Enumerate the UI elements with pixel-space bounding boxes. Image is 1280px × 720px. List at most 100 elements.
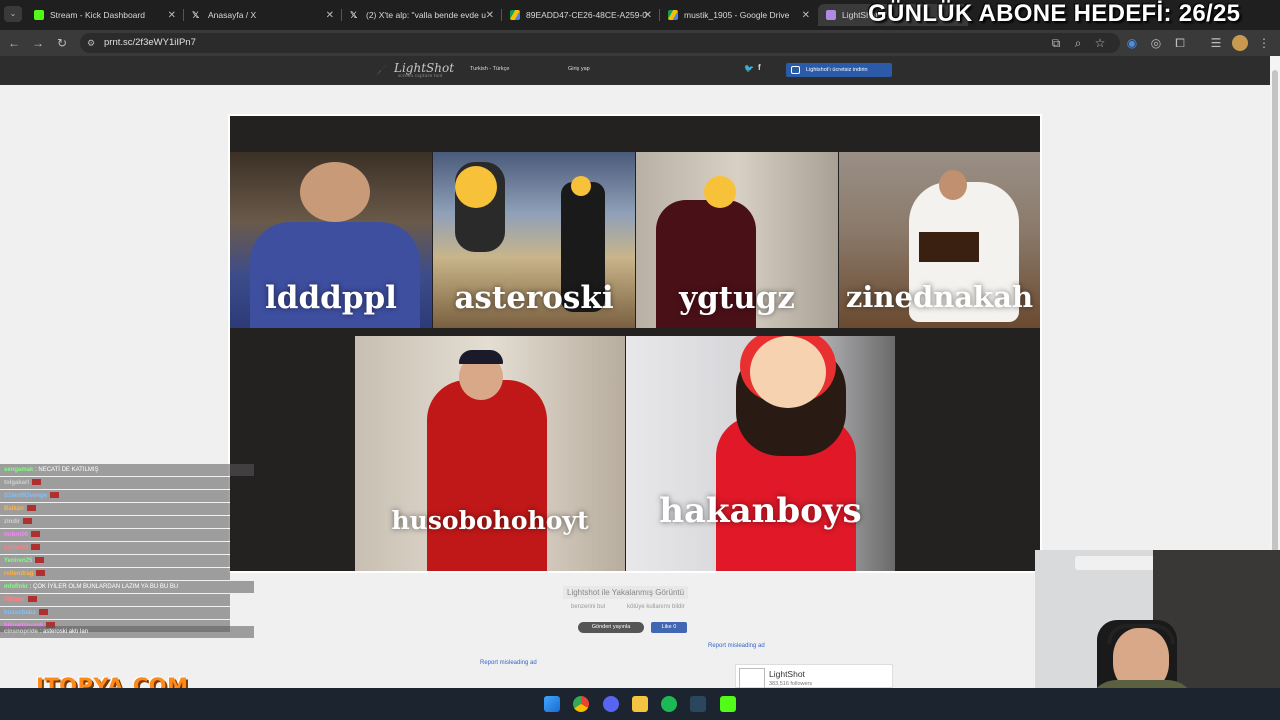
chat-user: hussobaba bbox=[4, 610, 36, 616]
chat-user: rollendrag bbox=[4, 571, 34, 577]
book bbox=[919, 232, 979, 262]
chrome-icon[interactable] bbox=[573, 696, 589, 712]
report-ad-link[interactable]: Report misleading ad bbox=[708, 643, 765, 649]
badge-icon bbox=[32, 479, 42, 486]
x-icon: 𝕏 bbox=[350, 10, 358, 20]
twitter-icon[interactable]: 🐦 bbox=[744, 64, 754, 73]
discord-icon[interactable] bbox=[603, 696, 619, 712]
facebook-like-button[interactable]: Like 0 bbox=[651, 622, 687, 633]
tab-list-icon[interactable]: ⌄ bbox=[4, 6, 22, 22]
photo-tile: husobohohoyt bbox=[355, 336, 625, 571]
card-name: LightShot bbox=[769, 669, 805, 679]
chat-line: semer33 bbox=[0, 542, 230, 554]
screenshot-title: Lightshot ile Yakalanmış Görüntü bbox=[563, 586, 689, 599]
facebook-icon[interactable]: f bbox=[758, 63, 761, 72]
tile-caption: ldddppl bbox=[265, 280, 397, 316]
badge-icon bbox=[28, 596, 38, 603]
windows-start-icon[interactable] bbox=[544, 696, 560, 712]
extension-icon[interactable]: ◎ bbox=[1148, 35, 1164, 51]
tab-drive-file[interactable]: 89EADD47-CE26-48CE-A259-0 ✕ bbox=[502, 4, 658, 26]
chat-line: tolgakarl bbox=[0, 477, 230, 489]
install-app-icon[interactable]: ⧉ bbox=[1048, 35, 1064, 51]
site-info-icon[interactable]: ⚙ bbox=[87, 38, 97, 48]
chat-line: PIRmer bbox=[0, 594, 230, 606]
chat-user: sengamak bbox=[4, 467, 34, 473]
photo-tile: ldddppl bbox=[230, 152, 432, 328]
chat-line: rollendrag bbox=[0, 568, 230, 580]
chat-text: NECATİ DE KATILMIŞ bbox=[38, 467, 99, 473]
badge-icon bbox=[31, 544, 41, 551]
tile-caption: zinednakah bbox=[845, 280, 1034, 314]
google-drive-icon bbox=[510, 10, 520, 20]
reading-list-icon[interactable]: ☰ bbox=[1208, 35, 1224, 51]
login-link[interactable]: Giriş yap bbox=[568, 66, 590, 72]
close-icon[interactable]: ✕ bbox=[644, 10, 652, 21]
download-label: Lightshot'ı ücretsiz indirin bbox=[806, 67, 868, 73]
subscriber-goal-overlay: GÜNLÜK ABONE HEDEFİ: 26/25 bbox=[868, 0, 1241, 27]
bookmark-star-icon[interactable]: ☆ bbox=[1092, 35, 1108, 51]
extensions-puzzle-icon[interactable]: ⧠ bbox=[1172, 35, 1188, 51]
profile-avatar-icon[interactable] bbox=[1232, 35, 1248, 51]
kick-app-icon[interactable] bbox=[720, 696, 736, 712]
tile-caption: ygtugz bbox=[679, 280, 795, 316]
chat-user: tolgakarl bbox=[4, 480, 30, 486]
close-icon[interactable]: ✕ bbox=[802, 10, 810, 21]
logo-text: LightShot bbox=[394, 61, 455, 75]
chat-user: S1lentR3venge bbox=[4, 493, 48, 499]
tab-label: Stream - Kick Dashboard bbox=[50, 10, 145, 20]
spotify-icon[interactable] bbox=[661, 696, 677, 712]
close-icon[interactable]: ✕ bbox=[168, 10, 176, 21]
tab-x-home[interactable]: 𝕏 Anasayfa / X ✕ bbox=[184, 4, 340, 26]
google-drive-icon bbox=[668, 10, 678, 20]
chat-line: S1lentR3venge bbox=[0, 490, 230, 502]
chat-line: Yeniren25 bbox=[0, 555, 230, 567]
post-tweet-button[interactable]: Gönderi yayınla bbox=[578, 622, 644, 633]
tab-kick-dashboard[interactable]: Stream - Kick Dashboard ✕ bbox=[26, 4, 182, 26]
download-icon bbox=[791, 66, 800, 74]
browser-toolbar: ← → ↻ ⚙ prnt.sc/2f3eWY1iIPn7 ⧉ ⌕ ☆ ◉ ◎ ⧠… bbox=[0, 30, 1280, 56]
extension-icon[interactable]: ◉ bbox=[1124, 35, 1140, 51]
close-icon[interactable]: ✕ bbox=[326, 10, 334, 21]
lightshot-logo[interactable]: LightShot screen capture tool bbox=[376, 61, 455, 79]
back-icon[interactable]: ← bbox=[6, 35, 22, 51]
chat-user: zindir bbox=[4, 519, 20, 525]
language-select[interactable]: Turkish - Türkçe bbox=[470, 66, 509, 72]
report-ad-link[interactable]: Report misleading ad bbox=[480, 660, 537, 666]
photo-tile: hakanboys bbox=[626, 336, 895, 571]
menu-kebab-icon[interactable]: ⋮ bbox=[1256, 35, 1272, 51]
lightshot-header: LightShot screen capture tool Turkish - … bbox=[0, 56, 1270, 85]
url-text: prnt.sc/2f3eWY1iIPn7 bbox=[104, 37, 196, 48]
download-button[interactable]: Lightshot'ı ücretsiz indirin bbox=[786, 63, 892, 77]
chat-user: cinsnopride bbox=[4, 629, 39, 635]
tile-caption: asteroski bbox=[454, 280, 614, 316]
chat-user: PIRmer bbox=[4, 597, 26, 603]
cap-hat bbox=[459, 350, 503, 364]
screenshot-frame: ldddppl asteroski ygtugz zinednakah huso… bbox=[228, 114, 1042, 573]
tab-label: Anasayfa / X bbox=[208, 10, 257, 20]
zoom-icon[interactable]: ⌕ bbox=[1070, 35, 1086, 51]
tab-x-post[interactable]: 𝕏 (2) X'te alp: "valla bende evde u ✕ bbox=[342, 4, 500, 26]
find-similar-link[interactable]: benzerini bul bbox=[571, 604, 605, 610]
badge-icon bbox=[50, 492, 60, 499]
lightshot-social-card[interactable]: LightShot 383,516 followers bbox=[735, 664, 893, 688]
chat-user: semer33 bbox=[4, 545, 29, 551]
chat-line: hussobaba bbox=[0, 607, 230, 619]
address-bar[interactable]: ⚙ prnt.sc/2f3eWY1iIPn7 ⧉ ⌕ ☆ bbox=[80, 33, 1120, 53]
kick-icon bbox=[34, 10, 44, 20]
chat-line: sengamak : NECATİ DE KATILMIŞ bbox=[0, 464, 254, 476]
file-explorer-icon[interactable] bbox=[632, 696, 648, 712]
badge-icon bbox=[23, 518, 32, 525]
scrollbar-thumb[interactable] bbox=[1272, 70, 1278, 630]
chat-line: cinsnopride : asteroski aktı lan bbox=[0, 626, 254, 638]
forward-icon[interactable]: → bbox=[30, 35, 46, 51]
badge-icon bbox=[31, 531, 41, 538]
close-icon[interactable]: ✕ bbox=[486, 10, 494, 21]
report-abuse-link[interactable]: kötüye kullanımı bildir bbox=[627, 604, 685, 610]
tile-caption: husobohohoyt bbox=[391, 506, 589, 535]
steam-icon[interactable] bbox=[690, 696, 706, 712]
person-head bbox=[300, 162, 370, 222]
tab-google-drive[interactable]: mustik_1905 - Google Drive ✕ bbox=[660, 4, 816, 26]
reload-icon[interactable]: ↻ bbox=[54, 35, 70, 51]
air-conditioner bbox=[1075, 556, 1155, 570]
tab-label: 89EADD47-CE26-48CE-A259-0 bbox=[526, 10, 647, 20]
